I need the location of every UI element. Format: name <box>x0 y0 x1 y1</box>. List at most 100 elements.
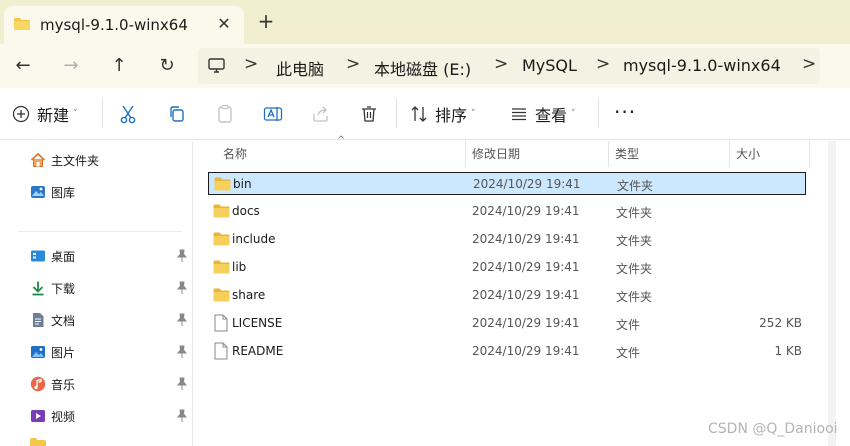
sidebar-item-label: 图片 <box>51 346 76 360</box>
column-header-type[interactable]: 类型 <box>615 145 639 162</box>
file-icon <box>214 314 228 332</box>
trash-icon <box>362 106 376 122</box>
file-row-license[interactable]: LICENSE 2024/10/29 19:41 文件 252 KB <box>208 312 806 335</box>
new-button-label: 新建 <box>37 106 70 125</box>
column-resize-handle[interactable] <box>465 141 466 167</box>
watermark: CSDN @Q_Daniooi <box>708 421 838 437</box>
file-row-bin[interactable]: bin 2024/10/29 19:41 文件夹 <box>208 172 806 195</box>
file-date: 2024/10/29 19:41 <box>472 260 580 274</box>
column-headers: ^ 名称 修改日期 类型 大小 <box>193 135 850 167</box>
sort-ascending-icon: ^ <box>337 135 346 146</box>
breadcrumb-separator: > <box>346 54 361 74</box>
sidebar-item-pictures[interactable]: 图片 <box>30 342 190 364</box>
file-date: 2024/10/29 19:41 <box>472 344 580 358</box>
rename-button[interactable] <box>263 102 283 126</box>
paste-icon <box>218 104 232 123</box>
folder-icon <box>213 204 230 218</box>
refresh-button[interactable]: ↻ <box>154 54 180 78</box>
toolbar-divider <box>102 98 103 128</box>
breadcrumb-this-pc[interactable]: 此电脑 <box>276 56 324 80</box>
sidebar-item-label: 文档 <box>51 314 76 328</box>
sidebar-item-label: 桌面 <box>51 250 76 264</box>
column-header-size[interactable]: 大小 <box>736 145 760 162</box>
sidebar-item-videos[interactable]: 视频 <box>30 406 190 428</box>
file-name: include <box>232 232 276 246</box>
close-tab-icon[interactable]: ✕ <box>214 14 234 33</box>
pin-icon[interactable] <box>176 409 188 423</box>
pin-icon[interactable] <box>176 377 188 391</box>
breadcrumb-local-disk[interactable]: 本地磁盘 (E:) <box>374 56 471 80</box>
navigation-pane: 主文件夹 图库 桌面 下载 文档 图片 音乐 视频 <box>0 141 192 446</box>
breadcrumb-current-folder[interactable]: mysql-9.1.0-winx64 <box>623 56 781 75</box>
file-row-readme[interactable]: README 2024/10/29 19:41 文件 1 KB <box>208 340 806 363</box>
toolbar-divider <box>598 98 599 128</box>
file-type: 文件夹 <box>616 290 653 304</box>
file-row-include[interactable]: include 2024/10/29 19:41 文件夹 <box>208 228 806 251</box>
sidebar-item-music[interactable]: 音乐 <box>30 374 190 396</box>
new-button[interactable]: 新建 ˅ <box>12 102 78 126</box>
sidebar-item-documents[interactable]: 文档 <box>30 310 190 332</box>
file-type: 文件夹 <box>616 262 653 276</box>
list-view-icon <box>512 108 526 121</box>
sidebar-item-downloads[interactable]: 下载 <box>30 278 190 300</box>
file-date: 2024/10/29 19:41 <box>472 204 580 218</box>
plus-circle-icon <box>12 105 30 123</box>
sidebar-item-label: 主文件夹 <box>51 154 100 168</box>
pictures-icon <box>31 346 45 358</box>
sidebar-item-gallery[interactable]: 图库 <box>30 182 190 204</box>
column-resize-handle[interactable] <box>729 141 730 167</box>
column-resize-handle[interactable] <box>809 141 810 167</box>
vertical-scrollbar[interactable] <box>828 141 836 446</box>
file-name: bin <box>233 177 252 191</box>
pin-icon[interactable] <box>176 313 188 327</box>
folder-icon <box>213 260 230 274</box>
sort-icon <box>411 106 427 122</box>
pin-icon[interactable] <box>176 345 188 359</box>
pin-icon[interactable] <box>176 281 188 295</box>
column-resize-handle[interactable] <box>608 141 609 167</box>
pin-icon[interactable] <box>176 249 188 263</box>
tab-mysql-folder[interactable]: mysql-9.1.0-winx64 ✕ <box>4 6 244 44</box>
forward-button[interactable]: → <box>58 54 84 78</box>
column-header-date[interactable]: 修改日期 <box>472 145 520 162</box>
back-button[interactable]: ← <box>10 54 36 78</box>
up-button[interactable]: ↑ <box>106 54 132 78</box>
file-name: README <box>232 344 284 358</box>
copy-button[interactable] <box>168 102 186 126</box>
share-button[interactable] <box>312 102 330 126</box>
file-size: 252 KB <box>759 316 802 330</box>
file-row-docs[interactable]: docs 2024/10/29 19:41 文件夹 <box>208 200 806 223</box>
delete-button[interactable] <box>360 102 378 126</box>
file-type: 文件夹 <box>617 179 654 193</box>
folder-icon <box>30 438 46 446</box>
chevron-down-icon: ˅ <box>471 109 476 119</box>
view-button[interactable]: 查看 ˅ <box>510 102 576 126</box>
file-date: 2024/10/29 19:41 <box>473 177 581 191</box>
more-options-icon[interactable]: ··· <box>614 100 636 124</box>
file-date: 2024/10/29 19:41 <box>472 316 580 330</box>
file-row-lib[interactable]: lib 2024/10/29 19:41 文件夹 <box>208 256 806 279</box>
address-bar[interactable]: > 此电脑 > 本地磁盘 (E:) > MySQL > mysql-9.1.0-… <box>198 48 820 84</box>
sidebar-item-desktop[interactable]: 桌面 <box>30 246 190 268</box>
desktop-icon <box>31 250 45 262</box>
breadcrumb-separator[interactable]: > <box>802 54 816 74</box>
breadcrumb-mysql[interactable]: MySQL <box>522 56 577 75</box>
new-tab-button[interactable]: + <box>256 11 276 31</box>
sidebar-item-label: 图库 <box>51 186 76 200</box>
file-type: 文件夹 <box>616 206 653 220</box>
sidebar-item-label: 下载 <box>51 282 76 296</box>
sidebar-item-home[interactable]: 主文件夹 <box>30 150 190 172</box>
file-size: 1 KB <box>774 344 802 358</box>
column-header-name[interactable]: 名称 <box>223 145 247 162</box>
cut-button[interactable] <box>119 102 137 126</box>
sort-button[interactable]: 排序 ˅ <box>410 102 476 126</box>
chevron-down-icon: ˅ <box>73 109 78 119</box>
sidebar-divider <box>18 231 182 232</box>
document-icon <box>33 313 44 327</box>
pane-divider[interactable] <box>192 141 193 446</box>
scissors-icon <box>120 105 136 124</box>
file-row-share[interactable]: share 2024/10/29 19:41 文件夹 <box>208 284 806 307</box>
sort-button-label: 排序 <box>435 106 468 125</box>
paste-button[interactable] <box>216 102 234 126</box>
breadcrumb-separator: > <box>244 54 259 74</box>
